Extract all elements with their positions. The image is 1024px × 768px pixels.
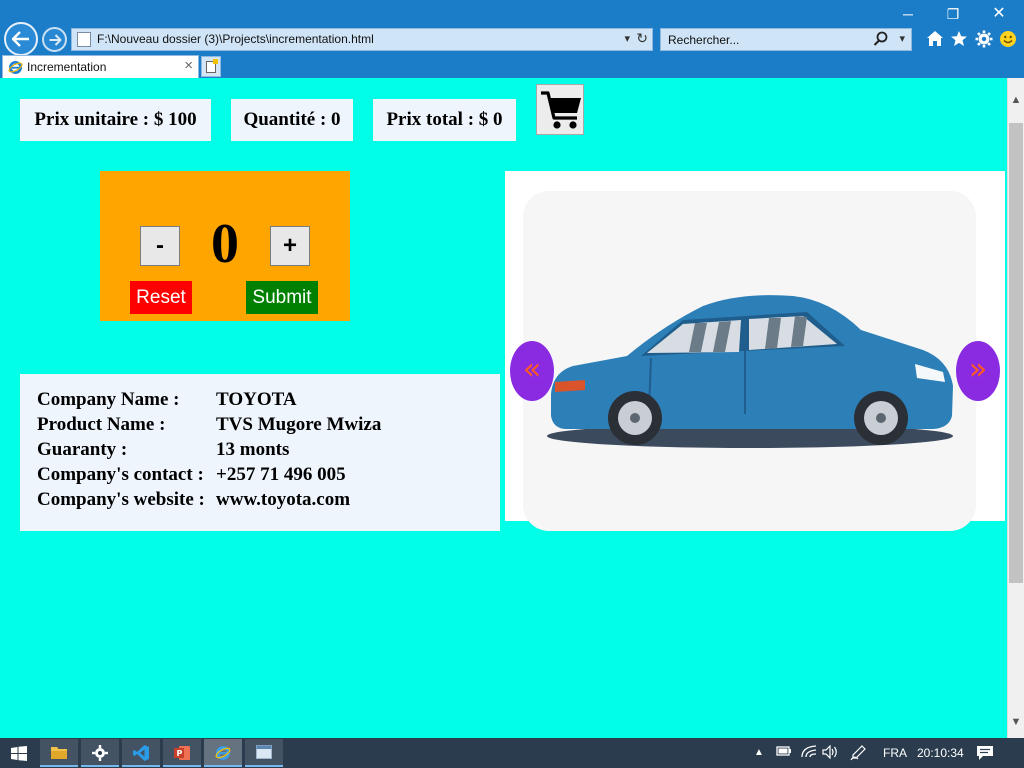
slider-next-button[interactable]: »	[956, 341, 1000, 401]
shopping-cart-button[interactable]	[536, 84, 584, 135]
counter-panel: - 0 + Reset Submit	[100, 171, 350, 321]
taskbar-settings[interactable]	[81, 739, 119, 767]
tab-incrementation[interactable]: Incrementation ×	[2, 55, 199, 78]
svg-text:P: P	[177, 749, 183, 758]
taskbar-vscode[interactable]	[122, 739, 160, 767]
quantity-label: Quantité : 0	[231, 99, 353, 141]
windows-ink-icon[interactable]	[850, 745, 868, 761]
start-button[interactable]	[0, 738, 38, 768]
browser-titlebar: F:\Nouveau dossier (3)\Projects\incremen…	[0, 0, 1024, 56]
settings-gear-icon	[92, 745, 108, 761]
address-text[interactable]: F:\Nouveau dossier (3)\Projects\incremen…	[97, 32, 374, 46]
product-name-label: Product Name :	[37, 414, 166, 435]
gear-icon[interactable]	[975, 30, 993, 48]
counter-value: 0	[211, 213, 239, 275]
company-name-label: Company Name :	[37, 389, 180, 410]
company-website-value: www.toyota.com	[216, 489, 351, 510]
address-dropdown-icon[interactable]: ▾	[624, 32, 630, 45]
clock-time[interactable]: 20:10:34	[917, 746, 964, 760]
company-website-label: Company's website :	[37, 489, 205, 510]
volume-icon[interactable]	[822, 745, 840, 759]
wifi-icon[interactable]	[801, 745, 817, 759]
favorites-star-icon[interactable]	[950, 30, 968, 47]
search-dropdown-icon[interactable]: ▾	[899, 32, 905, 45]
forward-button[interactable]	[42, 27, 67, 52]
taskbar: P ▲ FRA 20:10:34	[0, 738, 1024, 768]
image-slider: « »	[505, 171, 1005, 531]
close-window-button[interactable]: ✕	[987, 4, 1011, 24]
new-tab-button[interactable]	[201, 56, 221, 77]
slider-prev-button[interactable]: «	[510, 341, 554, 401]
company-contact-value: +257 71 496 005	[216, 464, 346, 485]
window-icon	[256, 745, 272, 759]
taskbar-internet-explorer[interactable]	[204, 739, 242, 767]
vscode-icon	[133, 745, 149, 761]
company-info-panel: Company Name : TOYOTA Product Name : TVS…	[20, 374, 500, 531]
search-box[interactable]: ▾	[660, 28, 912, 51]
total-price-label: Prix total : $ 0	[373, 99, 516, 141]
forward-arrow-icon	[49, 33, 61, 46]
company-name-value: TOYOTA	[216, 389, 297, 410]
close-tab-icon[interactable]: ×	[184, 57, 193, 74]
page-viewport: Prix unitaire : $ 100 Quantité : 0 Prix …	[0, 78, 1007, 738]
scroll-up-icon[interactable]: ▲	[1008, 80, 1024, 120]
battery-icon[interactable]	[776, 745, 792, 757]
internet-explorer-icon	[8, 61, 23, 74]
search-input[interactable]	[661, 29, 871, 50]
unit-price-label: Prix unitaire : $ 100	[20, 99, 211, 141]
powerpoint-icon: P	[174, 746, 190, 760]
submit-button[interactable]: Submit	[246, 281, 318, 314]
shopping-cart-icon	[541, 91, 581, 129]
notifications-icon[interactable]	[976, 745, 994, 761]
tab-title: Incrementation	[27, 60, 107, 74]
taskbar-file-explorer[interactable]	[40, 739, 78, 767]
increment-button[interactable]: +	[270, 226, 310, 266]
address-bar[interactable]: F:\Nouveau dossier (3)\Projects\incremen…	[71, 28, 653, 51]
smiley-icon[interactable]	[999, 30, 1017, 48]
search-icon[interactable]	[873, 31, 889, 47]
reset-button[interactable]: Reset	[130, 281, 192, 314]
scroll-thumb[interactable]	[1009, 123, 1023, 583]
scroll-down-icon[interactable]: ▼	[1008, 710, 1024, 734]
home-icon[interactable]	[926, 30, 944, 47]
car-image	[547, 295, 953, 448]
folder-icon	[51, 747, 67, 759]
show-hidden-icons-icon[interactable]: ▲	[754, 747, 764, 758]
input-language[interactable]: FRA	[883, 746, 907, 760]
company-contact-label: Company's contact :	[37, 464, 204, 485]
product-name-value: TVS Mugore Mwiza	[216, 414, 382, 435]
tab-strip: Incrementation ×	[0, 55, 1024, 78]
taskbar-app-window[interactable]	[245, 739, 283, 767]
internet-explorer-icon	[215, 746, 231, 760]
refresh-icon[interactable]: ↻	[636, 30, 648, 47]
minimize-button[interactable]: ─	[896, 4, 920, 24]
guaranty-value: 13 monts	[216, 439, 290, 460]
guaranty-label: Guaranty :	[37, 439, 128, 460]
taskbar-powerpoint[interactable]: P	[163, 739, 201, 767]
back-button[interactable]	[4, 22, 38, 56]
restore-button[interactable]: ❐	[941, 4, 965, 24]
decrement-button[interactable]: -	[140, 226, 180, 266]
vertical-scrollbar[interactable]: ▲ ▼	[1007, 78, 1024, 738]
windows-logo-icon	[11, 746, 27, 761]
back-arrow-icon	[12, 31, 29, 47]
page-icon	[77, 32, 91, 47]
